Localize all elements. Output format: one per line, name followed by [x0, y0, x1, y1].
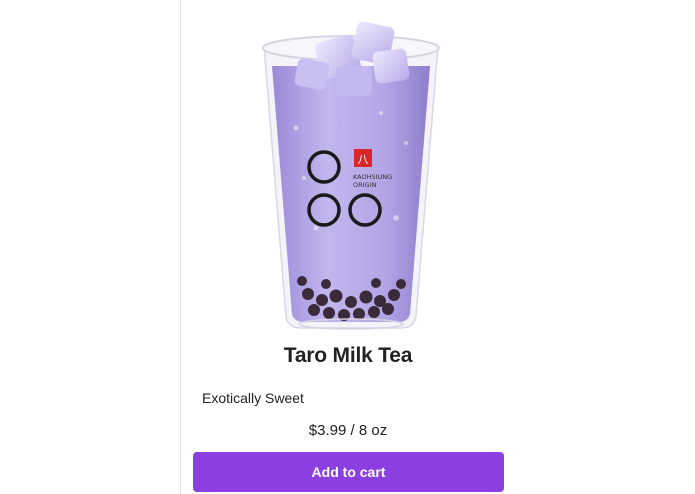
product-image: 八 KAOHSIUNG ORIGIN: [262, 21, 440, 330]
product-price: $3.99 / 8 oz: [308, 422, 388, 439]
product-description: Exotically Sweet: [202, 390, 304, 406]
svg-text:八: 八: [358, 153, 369, 166]
add-to-cart-button[interactable]: Add to cart: [193, 452, 504, 492]
product-title: Taro Milk Tea: [283, 344, 413, 367]
svg-text:KAOHSIUNG: KAOHSIUNG: [353, 173, 392, 181]
page: 八 KAOHSIUNG ORIGIN Taro Milk Tea Exotica…: [0, 0, 695, 494]
product-card: 八 KAOHSIUNG ORIGIN Taro Milk Tea Exotica…: [181, 0, 515, 494]
svg-text:ORIGIN: ORIGIN: [353, 181, 377, 189]
